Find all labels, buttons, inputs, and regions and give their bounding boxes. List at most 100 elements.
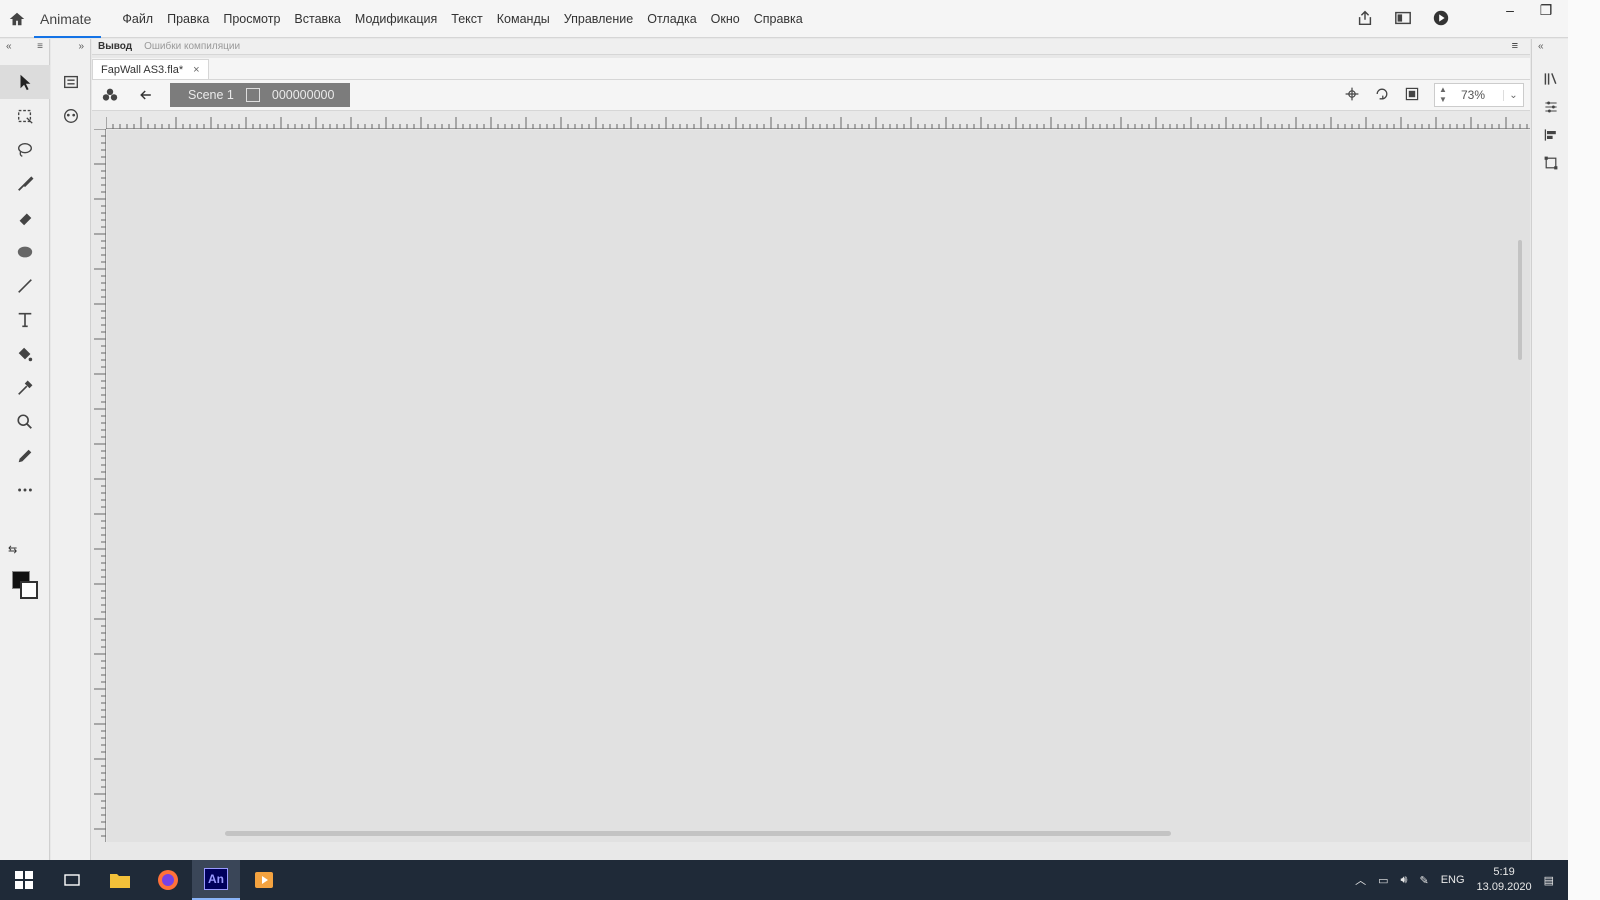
symbol-name[interactable]: 000000000	[272, 88, 335, 102]
document-tab[interactable]: FapWall AS3.fla* ×	[92, 59, 209, 79]
properties-sliders-icon[interactable]	[1532, 93, 1569, 121]
zoom-stepper[interactable]: ▲ ▼	[1435, 85, 1451, 105]
volume-icon[interactable]: 🔊︎	[1401, 874, 1408, 887]
expand-right-icon[interactable]: «	[1538, 41, 1544, 63]
animate-taskbar-icon[interactable]: An	[192, 860, 240, 900]
oval-icon[interactable]	[0, 235, 50, 269]
library-panel-icon[interactable]	[1532, 65, 1569, 93]
eyedropper-icon[interactable]	[0, 371, 50, 405]
vertical-ruler-ticks	[94, 128, 106, 837]
pencil-icon[interactable]	[0, 439, 50, 473]
swap-colors-icon[interactable]: ⇆	[8, 543, 17, 556]
clip-stage-icon[interactable]	[1404, 86, 1420, 105]
color-swatches: ⇆	[8, 544, 42, 603]
menu-view[interactable]: Просмотр	[216, 12, 287, 26]
workspace-icon[interactable]	[1394, 9, 1412, 30]
scene-name[interactable]: Scene 1	[188, 88, 234, 102]
edit-symbols-icon[interactable]	[92, 87, 128, 103]
clock-date: 13.09.2020	[1476, 881, 1532, 893]
chevron-up-icon[interactable]: ︿	[1355, 872, 1366, 888]
edit-bar: Scene 1 000000000 ▲ ▼ 73% ⌄	[92, 80, 1530, 111]
document-tab-title: FapWall AS3.fla*	[101, 63, 184, 76]
zoom-value[interactable]: 73%	[1451, 88, 1503, 102]
expand-icon[interactable]: »	[78, 41, 84, 63]
menu-modify[interactable]: Модификация	[348, 12, 444, 26]
menu-control[interactable]: Управление	[557, 12, 641, 26]
close-tab-icon[interactable]: ×	[193, 64, 199, 76]
menu-edit[interactable]: Правка	[160, 12, 216, 26]
side-dock: »	[51, 39, 91, 860]
eraser-icon[interactable]	[0, 201, 50, 235]
menu-bar: Animate Файл Правка Просмотр Вставка Мод…	[0, 0, 1600, 38]
notifications-icon[interactable]: ▤	[1544, 874, 1554, 887]
task-view-icon[interactable]	[48, 860, 96, 900]
selection-tool-icon[interactable]	[0, 65, 50, 99]
align-panel-icon[interactable]	[1532, 121, 1569, 149]
back-arrow-icon[interactable]	[128, 87, 164, 103]
tools-panel: « ≡ ⇆	[0, 39, 50, 860]
scene-breadcrumb[interactable]: Scene 1 000000000	[170, 83, 350, 107]
right-dock-header: «	[1532, 39, 1568, 65]
zoom-dropdown-icon[interactable]: ⌄	[1503, 89, 1523, 101]
view-controls: ▲ ▼ 73% ⌄	[1344, 83, 1524, 107]
share-icon[interactable]	[1356, 9, 1374, 30]
menu-help[interactable]: Справка	[747, 12, 810, 26]
network-icon[interactable]: ▭	[1378, 874, 1388, 887]
lasso-icon[interactable]	[0, 133, 50, 167]
panel-menu-icon[interactable]: ≡	[37, 41, 43, 63]
vertical-ruler	[92, 128, 106, 842]
text-tool-icon[interactable]	[0, 303, 50, 337]
right-dock: «	[1531, 39, 1568, 860]
clock[interactable]: 5:19 13.09.2020	[1477, 865, 1532, 895]
center-stage-icon[interactable]	[1344, 86, 1360, 105]
horizontal-ruler	[105, 113, 1530, 129]
menu-text[interactable]: Текст	[444, 12, 489, 26]
tab-compiler-errors[interactable]: Ошибки компиляции	[138, 41, 246, 52]
document-tabs: FapWall AS3.fla* ×	[92, 58, 1530, 80]
menu-commands[interactable]: Команды	[490, 12, 557, 26]
vertical-scrollbar[interactable]	[1518, 240, 1522, 360]
properties-panel-icon[interactable]	[51, 65, 91, 99]
right-edge-strip	[1568, 0, 1600, 900]
windows-taskbar: An ︿ ▭ 🔊︎ ✎ ENG 5:19 13.09.2020 ▤	[0, 860, 1568, 900]
movieclip-icon	[245, 88, 260, 102]
brush-icon[interactable]	[0, 167, 50, 201]
menu-file[interactable]: Файл	[115, 12, 160, 26]
firefox-icon[interactable]	[144, 860, 192, 900]
assets-panel-icon[interactable]	[51, 99, 91, 133]
rotate-stage-icon[interactable]	[1374, 86, 1390, 105]
pen-icon[interactable]: ✎	[1419, 874, 1428, 887]
free-transform-icon[interactable]	[0, 99, 50, 133]
line-icon[interactable]	[0, 269, 50, 303]
menu-right-actions	[1356, 0, 1450, 38]
file-explorer-icon[interactable]	[96, 860, 144, 900]
zoom-icon[interactable]	[0, 405, 50, 439]
system-tray: ︿ ▭ 🔊︎ ✎ ENG 5:19 13.09.2020 ▤	[1355, 860, 1554, 900]
menu-insert[interactable]: Вставка	[287, 12, 347, 26]
paint-bucket-icon[interactable]	[0, 337, 50, 371]
more-tools-icon[interactable]	[0, 473, 50, 507]
restore-icon[interactable]: ❐	[1528, 0, 1564, 20]
horizontal-ruler-ticks	[105, 117, 1528, 129]
stage-canvas[interactable]	[107, 130, 1530, 842]
language-indicator[interactable]: ENG	[1441, 874, 1465, 886]
side-dock-header: »	[51, 39, 90, 65]
main-menu: Файл Правка Просмотр Вставка Модификация…	[115, 12, 809, 26]
home-icon[interactable]	[0, 0, 34, 38]
fill-color-swatch[interactable]	[20, 581, 38, 599]
collapse-icon[interactable]: «	[6, 41, 12, 63]
transform-panel-icon[interactable]	[1532, 149, 1569, 177]
tools-panel-header: « ≡	[0, 39, 49, 65]
start-icon[interactable]	[0, 860, 48, 900]
clock-time: 5:19	[1493, 866, 1515, 878]
menu-window[interactable]: Окно	[704, 12, 747, 26]
output-panel-tabs: Вывод Ошибки компиляции ≡	[92, 39, 1530, 55]
test-movie-icon[interactable]	[1432, 9, 1450, 30]
media-player-icon[interactable]	[240, 860, 288, 900]
panel-options-icon[interactable]: ≡	[1506, 40, 1524, 52]
horizontal-scrollbar[interactable]	[225, 831, 1171, 836]
app-name[interactable]: Animate	[34, 0, 102, 38]
menu-debug[interactable]: Отладка	[640, 12, 703, 26]
minimize-icon[interactable]: –	[1492, 0, 1528, 20]
tab-output[interactable]: Вывод	[92, 41, 138, 52]
